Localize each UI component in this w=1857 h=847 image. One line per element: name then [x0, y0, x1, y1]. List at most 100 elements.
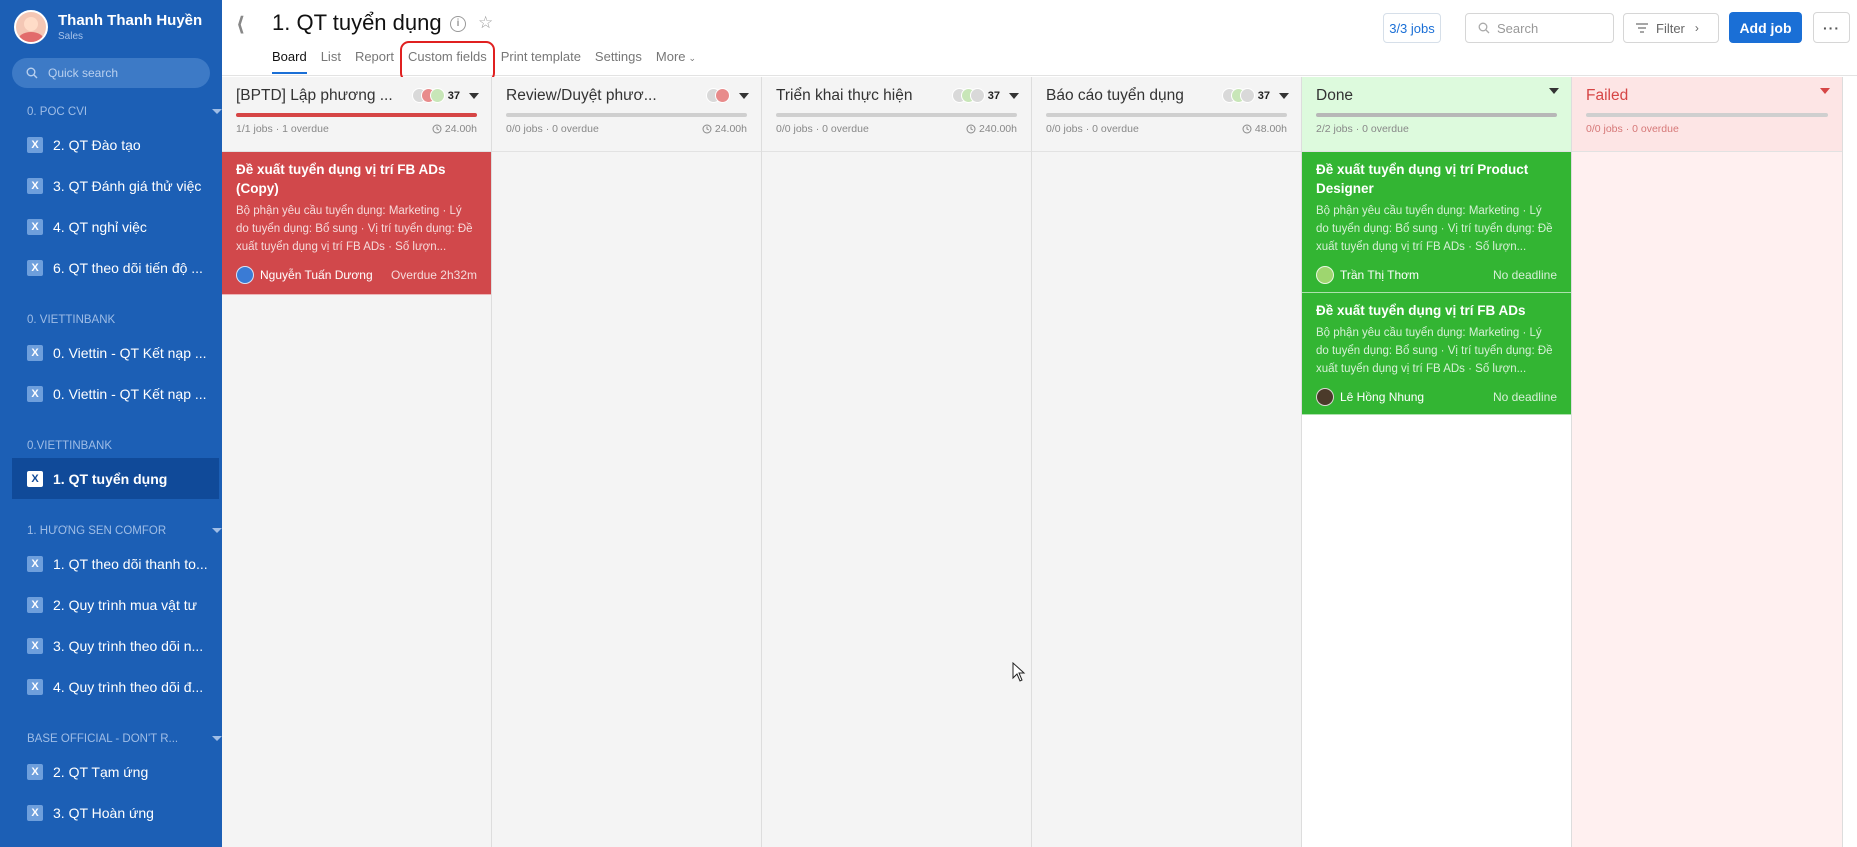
column-title[interactable]: Failed [1586, 85, 1828, 107]
info-icon[interactable]: i [450, 16, 466, 32]
tab-report[interactable]: Report [355, 49, 394, 74]
assignee-name: Trần Thị Thơm [1340, 268, 1420, 282]
sidebar-item-active[interactable]: X 1. QT tuyển dụng [12, 458, 219, 499]
sidebar-section-header[interactable]: BASE OFFICIAL - DON'T R... [0, 707, 222, 751]
process-icon: X [27, 763, 43, 780]
column-header: Triển khai thực hiện 37 0/0 jobs · 0 ove… [762, 77, 1031, 152]
card-title: Đề xuất tuyển dụng vị trí FB ADs (Copy) [236, 162, 446, 196]
sidebar-item-label: 6. QT theo dõi tiến độ ... [53, 259, 203, 276]
quick-search-input[interactable]: Quick search [12, 58, 210, 88]
chevron-down-icon[interactable] [1009, 92, 1019, 99]
section-title: 1. HƯƠNG SEN COMFOR [27, 525, 167, 537]
sidebar-item[interactable]: X 0. Viettin - QT Kết nạp ... [0, 373, 222, 414]
sidebar-item-label: 1. QT theo dõi thanh to... [53, 555, 208, 572]
sidebar-item[interactable]: X 3. QT Hoàn ứng [0, 792, 222, 833]
card-description: Bộ phận yêu cầu tuyển dụng: Marketing · … [1316, 205, 1553, 253]
assignee-avatar [1316, 266, 1334, 284]
kanban-board: [BPTD] Lập phương ... 37 1/1 jobs · 1 ov… [222, 77, 1857, 847]
sidebar-section-header[interactable]: 0. VIETTINBANK [0, 288, 222, 332]
add-job-button[interactable]: Add job [1729, 12, 1802, 43]
chevron-down-icon[interactable] [1279, 92, 1289, 99]
column-title[interactable]: Review/Duyệt phươ... [506, 85, 706, 107]
clock-icon [702, 124, 712, 134]
member-count: 37 [447, 89, 460, 102]
process-icon: X [27, 218, 43, 235]
sidebar-item-label: 3. QT Đánh giá thử việc [53, 177, 202, 194]
user-profile[interactable]: Thanh Thanh Huyền Sales [0, 0, 222, 54]
sidebar-item[interactable]: X 0. Viettin - QT Kết nạp ... [0, 332, 222, 373]
sidebar-item[interactable]: X 3. Quy trình theo dõi n... [0, 625, 222, 666]
sidebar-item-label: 2. QT Đào tạo [53, 136, 141, 153]
chevron-down-icon[interactable] [469, 92, 479, 99]
column-title[interactable]: Báo cáo tuyển dụng [1046, 85, 1216, 107]
sidebar-item[interactable]: X 3. QT Đánh giá thử việc [0, 165, 222, 206]
chevron-down-icon[interactable] [739, 92, 749, 99]
job-card[interactable]: Đề xuất tuyển dụng vị trí Product Design… [1302, 152, 1571, 293]
column-hours: 24.00h [714, 123, 747, 135]
sidebar-item[interactable]: X 2. QT Đào tạo [0, 124, 222, 165]
column-title[interactable]: Done [1316, 85, 1557, 107]
column-stats: 0/0 jobs · 0 overdue [776, 123, 869, 135]
assignee-name: Nguyễn Tuấn Dương [260, 268, 373, 282]
sidebar-section-header[interactable]: 1. HƯƠNG SEN COMFOR [0, 499, 222, 543]
sidebar-item[interactable]: X 2. QT Tạm ứng [0, 751, 222, 792]
column-hours: 48.00h [1254, 123, 1287, 135]
job-card[interactable]: Đề xuất tuyển dụng vị trí FB ADs (Copy) … [222, 152, 491, 295]
section-title: 0. POC CVI [27, 106, 88, 118]
sidebar-section-header[interactable]: 0. POC CVI [0, 88, 222, 124]
board-column-failed: Failed 0/0 jobs · 0 overdue [1572, 77, 1843, 847]
mouse-cursor-icon [1012, 662, 1026, 682]
chevron-down-icon [212, 109, 222, 114]
more-options-button[interactable]: ··· [1813, 12, 1850, 43]
section-title: 0. VIETTINBANK [27, 314, 116, 326]
star-icon[interactable]: ☆ [478, 13, 493, 33]
sidebar-item-label: 2. QT Tạm ứng [53, 763, 149, 780]
sidebar-item-label: 3. Quy trình theo dõi n... [53, 637, 204, 654]
process-icon: X [27, 259, 43, 276]
avatar [969, 88, 985, 103]
sidebar-item[interactable]: X 4. QT nghỉ việc [0, 206, 222, 247]
job-card[interactable]: Đề xuất tuyển dụng vị trí FB ADs Bộ phận… [1302, 293, 1571, 415]
filter-label: Filter [1656, 20, 1685, 36]
tab-list[interactable]: List [321, 49, 341, 74]
section-title: BASE OFFICIAL - DON'T R... [27, 733, 179, 745]
user-role: Sales [58, 31, 84, 42]
tab-print-template[interactable]: Print template [501, 49, 581, 74]
tab-board[interactable]: Board [272, 49, 307, 74]
column-header: Done 2/2 jobs · 0 overdue [1302, 77, 1571, 152]
card-description: Bộ phận yêu cầu tuyển dụng: Marketing · … [236, 205, 473, 253]
progress-bar [236, 113, 477, 117]
filter-button[interactable]: Filter › [1623, 13, 1719, 43]
tab-settings[interactable]: Settings [595, 49, 642, 74]
card-title: Đề xuất tuyển dụng vị trí Product Design… [1316, 162, 1529, 196]
sidebar-section-header[interactable]: 0.VIETTINBANK [0, 414, 222, 458]
user-avatar [14, 10, 48, 44]
tab-custom-fields[interactable]: Custom fields [399, 41, 495, 82]
column-title[interactable]: Triển khai thực hiện [776, 85, 946, 107]
search-input[interactable]: Search [1465, 13, 1614, 43]
page-title: 1. QT tuyển dụng [272, 10, 442, 35]
board-column: [BPTD] Lập phương ... 37 1/1 jobs · 1 ov… [222, 77, 492, 847]
sidebar-item[interactable]: X 6. QT theo dõi tiến độ ... [0, 247, 222, 288]
sidebar-item[interactable]: X 1. QT theo dõi thanh to... [0, 543, 222, 584]
card-deadline: No deadline [1492, 390, 1557, 404]
sidebar-item[interactable]: X 4. Quy trình theo dõi đ... [0, 666, 222, 707]
sidebar-item[interactable]: X 2. Quy trình mua vật tư [0, 584, 222, 625]
process-logo-icon[interactable]: ⟨ [236, 12, 245, 37]
process-icon: X [27, 177, 43, 194]
chevron-down-icon: ⌄ [688, 53, 697, 63]
column-hours: 24.00h [444, 123, 477, 135]
avatar [1239, 88, 1255, 103]
chevron-down-icon[interactable] [1820, 88, 1830, 94]
progress-bar [1316, 113, 1557, 117]
tab-more[interactable]: More ⌄ [656, 49, 696, 74]
chevron-down-icon[interactable] [1549, 88, 1559, 94]
jobs-count-button[interactable]: 3/3 jobs [1383, 13, 1441, 43]
progress-bar [1046, 113, 1287, 117]
search-icon [26, 67, 38, 79]
progress-bar [506, 113, 747, 117]
column-title[interactable]: [BPTD] Lập phương ... [236, 85, 406, 107]
board-column: Triển khai thực hiện 37 0/0 jobs · 0 ove… [762, 77, 1032, 847]
sidebar-item-label: 4. Quy trình theo dõi đ... [53, 678, 204, 695]
member-count: 37 [1257, 89, 1270, 102]
